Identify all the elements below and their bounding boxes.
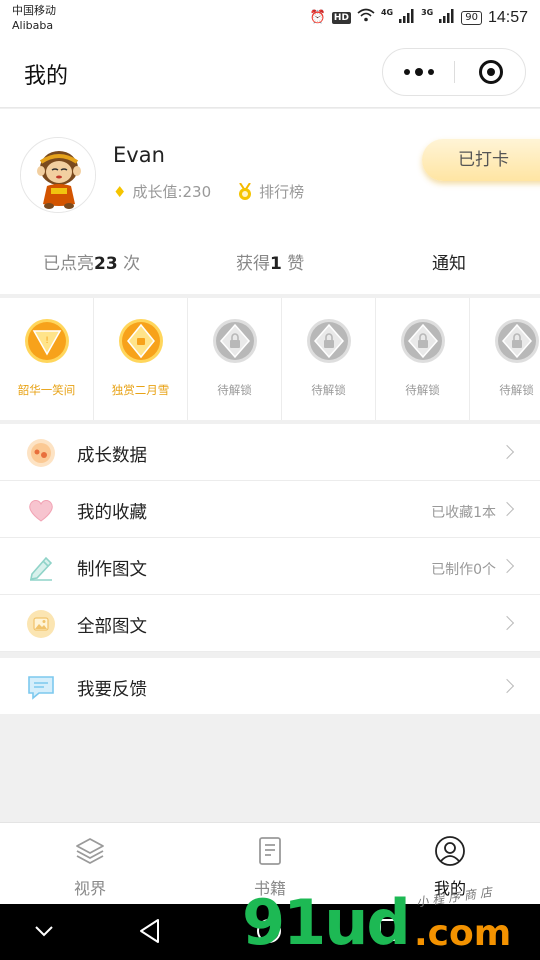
menu-item-label: 制作图文: [77, 560, 147, 580]
battery-indicator: 90: [461, 10, 482, 25]
likes-suffix: 赞: [281, 254, 305, 274]
watermark: 91ud .com 小程序商店: [238, 884, 540, 960]
clock: 14:57: [487, 8, 528, 26]
growth-label: 成长值:: [132, 183, 183, 201]
locked-badge-icon: [307, 319, 351, 363]
diamond-icon: ♦: [113, 182, 127, 201]
page-title: 我的: [24, 64, 69, 89]
badge-item[interactable]: 待解锁: [376, 298, 470, 420]
carrier-name: 中国移动: [12, 4, 56, 17]
status-icons: ⏰ HD 4G 3G 90 14:57: [310, 8, 528, 27]
likes-stat[interactable]: 获得1 赞: [236, 249, 304, 274]
more-menu-button[interactable]: [383, 49, 455, 95]
chevron-right-icon: [499, 678, 515, 694]
likes-prefix: 获得: [236, 254, 270, 274]
badge-label: 待解锁: [405, 383, 440, 397]
badge-item[interactable]: 待解锁: [188, 298, 282, 420]
back-icon[interactable]: [138, 918, 162, 944]
signal-icon: [399, 9, 415, 26]
badge-item[interactable]: ! 韶华一笑间: [0, 298, 94, 420]
status-bar: 中国移动 Alibaba ⏰ HD 4G 3G 90 14:57: [0, 0, 540, 36]
checkin-button[interactable]: 已打卡: [422, 139, 540, 181]
profile-meta: ♦ 成长值: 230 排行榜: [113, 181, 304, 202]
profile-card: Evan ♦ 成长值: 230 排行榜 已打卡 已点亮23 次 获得1 赞 通知: [0, 109, 540, 294]
lit-suffix: 次: [117, 254, 141, 274]
user-icon: [435, 836, 465, 866]
growth-value: 230: [182, 182, 212, 201]
book-icon: [259, 837, 281, 865]
watermark-domain: .com: [414, 913, 512, 954]
menu-item-create-post[interactable]: 制作图文 已制作0个: [0, 538, 540, 595]
badge-label: 待解锁: [499, 383, 534, 397]
menu-item-label: 成长数据: [77, 446, 147, 466]
avatar[interactable]: [20, 137, 96, 213]
menu-item-label: 全部图文: [77, 617, 147, 637]
hd-badge: HD: [331, 11, 351, 24]
miniprogram-capsule: [382, 48, 526, 96]
image-gallery-icon: [27, 610, 55, 638]
menu-list: 成长数据 我的收藏 已收藏1本 制作图文 已制作0个 全部图文: [0, 424, 540, 652]
carrier-info: 中国移动 Alibaba: [12, 3, 56, 33]
layers-icon: [76, 838, 104, 864]
chevron-right-icon: [499, 615, 515, 631]
alarm-icon: ⏰: [309, 9, 326, 25]
chevron-down-icon[interactable]: [34, 924, 54, 938]
badge-label: 独赏二月雪: [111, 383, 170, 397]
signal-icon-2: [439, 9, 455, 26]
badge-item[interactable]: 独赏二月雪: [94, 298, 188, 420]
chevron-right-icon: [499, 501, 515, 517]
badge-label: 韶华一笑间: [17, 383, 76, 397]
growth-data-icon: [27, 439, 55, 467]
heart-icon: [29, 500, 53, 522]
locked-badge-icon: [495, 319, 539, 363]
lit-count-stat[interactable]: 已点亮23 次: [43, 249, 140, 274]
badge-label: 待解锁: [217, 383, 252, 397]
chevron-right-icon: [499, 558, 515, 574]
svg-text:!: !: [45, 336, 49, 346]
dot-icon: [404, 69, 410, 75]
gold-triangle-badge-icon: !: [25, 319, 69, 363]
capsule-divider: [454, 61, 455, 83]
lit-count: 23: [94, 254, 118, 274]
menu-item-label: 我要反馈: [77, 680, 147, 700]
menu-item-label: 我的收藏: [77, 503, 147, 523]
medal-icon: [239, 182, 252, 200]
username: Evan: [113, 143, 165, 167]
ranking-link[interactable]: 排行榜: [259, 181, 304, 202]
tab-horizon[interactable]: 视界: [0, 823, 180, 905]
badge-item[interactable]: 待解锁: [282, 298, 376, 420]
network-type-1: 4G: [380, 8, 394, 17]
watermark-logo: 91ud: [242, 886, 411, 959]
stats-row: 已点亮23 次 获得1 赞 通知: [0, 235, 540, 285]
monkey-avatar-icon: [21, 138, 95, 212]
menu-item-all-posts[interactable]: 全部图文: [0, 595, 540, 652]
menu-item-feedback[interactable]: 我要反馈: [0, 658, 540, 714]
close-miniprogram-button[interactable]: [479, 60, 503, 84]
locked-badge-icon: [213, 319, 257, 363]
badge-item[interactable]: 待解锁: [470, 298, 540, 420]
wifi-icon: [357, 8, 375, 27]
chat-icon: [28, 676, 54, 700]
page-header: 我的: [0, 36, 540, 108]
dot-icon: [415, 68, 423, 76]
menu-item-growth-data[interactable]: 成长数据: [0, 424, 540, 481]
badge-label: 待解锁: [311, 383, 346, 397]
pencil-icon: [29, 556, 53, 581]
notification-link[interactable]: 通知: [432, 249, 466, 274]
menu-item-favorites[interactable]: 我的收藏 已收藏1本: [0, 481, 540, 538]
watermark-script: 小程序商店: [415, 884, 497, 910]
menu-item-value: 已制作0个: [431, 562, 496, 578]
badge-strip[interactable]: ! 韶华一笑间 独赏二月雪 待解锁 待解锁 待解锁 待解锁: [0, 298, 540, 420]
lit-prefix: 已点亮: [43, 254, 94, 274]
network-operator: Alibaba: [12, 19, 54, 32]
dot-icon: [428, 69, 434, 75]
likes-count: 1: [270, 254, 282, 274]
gold-diamond-badge-icon: [119, 319, 163, 363]
chevron-right-icon: [499, 444, 515, 460]
menu-item-value: 已收藏1本: [431, 505, 496, 521]
locked-badge-icon: [401, 319, 445, 363]
tab-label: 视界: [73, 879, 106, 898]
network-type-2: 3G: [421, 8, 434, 17]
